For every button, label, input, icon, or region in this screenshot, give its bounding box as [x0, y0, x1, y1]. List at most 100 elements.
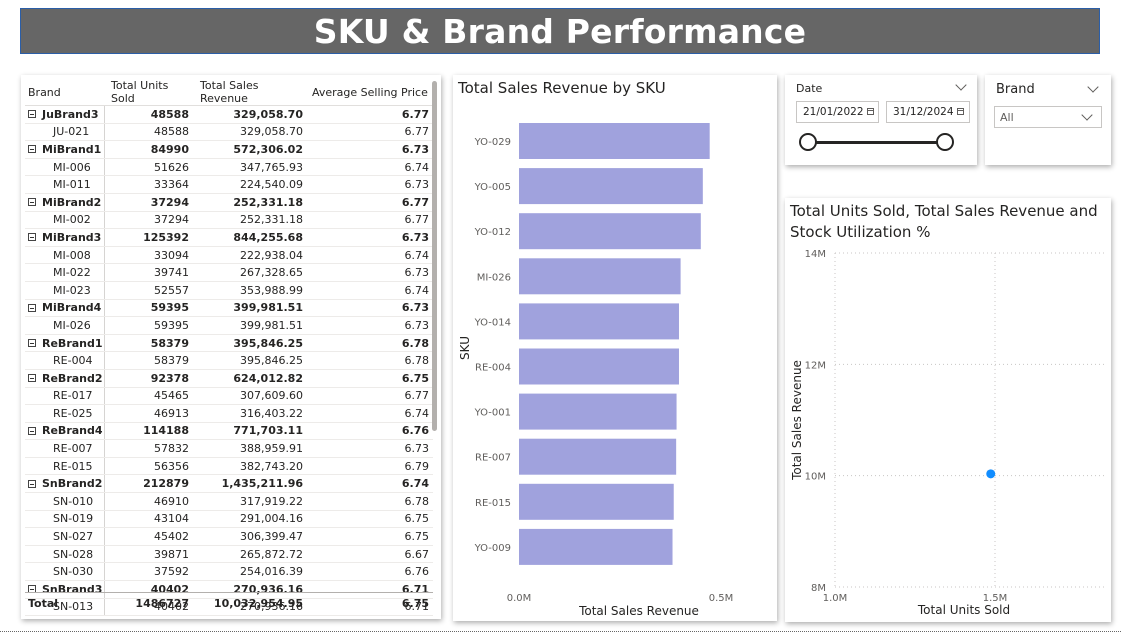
revenue-bar[interactable]	[519, 483, 674, 520]
brand-row[interactable]: MiBrand1 84990 572,306.02 6.73	[25, 141, 433, 159]
header-total-units-sold[interactable]: Total Units Sold	[105, 79, 195, 105]
units-cell: 92378	[150, 371, 189, 385]
asp-cell: 6.75	[404, 512, 430, 526]
brand-row[interactable]: JuBrand3 48588 329,058.70 6.77	[25, 106, 433, 124]
sku-row[interactable]: SN-019 43104 291,004.16 6.75	[25, 510, 433, 529]
sku-row[interactable]: RE-025 46913 316,403.22 6.74	[25, 405, 433, 423]
calendar-icon[interactable]	[957, 108, 964, 115]
brand-row[interactable]: SnBrand2 212879 1,435,211.96 6.74	[25, 475, 433, 494]
sku-row[interactable]: MI-023 52557 353,988.99 6.74	[25, 281, 433, 300]
collapse-icon[interactable]	[28, 479, 36, 488]
asp-cell: 6.73	[401, 142, 429, 156]
revenue-bar[interactable]	[519, 438, 677, 475]
revenue-bar[interactable]	[519, 213, 701, 250]
date-range-start-handle[interactable]	[799, 133, 817, 151]
revenue-bar[interactable]	[519, 258, 681, 295]
matrix-scrollbar[interactable]	[432, 81, 437, 431]
row-label: MI-006	[25, 158, 105, 176]
sku-row[interactable]: RE-015 56356 382,743.20 6.79	[25, 457, 433, 476]
units-cell: 33094	[154, 248, 189, 262]
collapse-icon[interactable]	[28, 145, 36, 154]
units-cell: 57832	[154, 442, 189, 456]
row-label: SN-030	[25, 563, 105, 581]
brand-row[interactable]: MiBrand2 37294 252,331.18 6.77	[25, 193, 433, 212]
date-start-field[interactable]: 21/01/2022	[796, 101, 879, 123]
row-label-text: SN-019	[53, 512, 94, 526]
header-average-selling-price[interactable]: Average Selling Price	[309, 86, 433, 99]
sku-row[interactable]: RE-017 45465 307,609.60 6.77	[25, 387, 433, 406]
scatter-point[interactable]	[986, 469, 996, 479]
sku-row[interactable]: SN-030 37592 254,016.39 6.76	[25, 563, 433, 582]
row-label: MI-022	[25, 264, 105, 281]
revenue-cell: 317,919.22	[240, 494, 303, 508]
row-label: SN-010	[25, 493, 105, 510]
brand-row[interactable]: MiBrand4 59395 399,981.51 6.73	[25, 299, 433, 318]
sku-row[interactable]: MI-002 37294 252,331.18 6.77	[25, 211, 433, 230]
header-brand[interactable]: Brand	[25, 79, 105, 105]
brand-row[interactable]: ReBrand2 92378 624,012.82 6.75	[25, 369, 433, 388]
collapse-icon[interactable]	[28, 233, 36, 242]
revenue-bar[interactable]	[519, 303, 679, 340]
sku-row[interactable]: MI-006 51626 347,765.93 6.74	[25, 158, 433, 177]
y-axis-title: Total Sales Revenue	[790, 360, 804, 481]
brand-row[interactable]: ReBrand4 114188 771,703.11 6.76	[25, 422, 433, 441]
row-label-text: JU-021	[53, 125, 90, 139]
revenue-bar[interactable]	[519, 393, 677, 430]
sku-row[interactable]: SN-027 45402 306,399.47 6.75	[25, 528, 433, 546]
units-cell: 39871	[154, 547, 189, 561]
sku-row[interactable]: JU-021 48588 329,058.70 6.77	[25, 123, 433, 142]
date-range-track[interactable]	[808, 141, 946, 144]
units-cell: 125392	[143, 230, 189, 244]
sku-row[interactable]: MI-008 33094 222,938.04 6.74	[25, 246, 433, 265]
sku-tick-label: RE-015	[475, 498, 511, 509]
sku-row[interactable]: SN-028 39871 265,872.72 6.67	[25, 545, 433, 564]
brand-row[interactable]: ReBrand1 58379 395,846.25 6.78	[25, 334, 433, 353]
header-total-sales-revenue[interactable]: Total Sales Revenue	[195, 79, 309, 105]
units-cell: 48588	[154, 125, 189, 139]
collapse-icon[interactable]	[28, 110, 36, 119]
sku-row[interactable]: MI-022 39741 267,328.65 6.73	[25, 264, 433, 282]
sku-row[interactable]: MI-026 59395 399,981.51 6.73	[25, 317, 433, 335]
collapse-icon[interactable]	[28, 303, 36, 312]
collapse-icon[interactable]	[28, 426, 36, 435]
chevron-down-icon[interactable]	[1087, 81, 1099, 93]
brand-dropdown[interactable]: All	[994, 106, 1102, 128]
revenue-bar[interactable]	[519, 528, 673, 565]
row-label-text: SN-027	[53, 530, 94, 544]
row-label: MiBrand3	[25, 229, 105, 246]
brand-matrix-visual[interactable]: Brand Total Units Sold Total Sales Reven…	[21, 75, 441, 619]
sku-row[interactable]: RE-004 58379 395,846.25 6.78	[25, 352, 433, 370]
collapse-icon[interactable]	[28, 198, 36, 207]
chevron-down-icon[interactable]	[955, 79, 967, 91]
row-label: RE-025	[25, 405, 105, 422]
revenue-bar[interactable]	[519, 123, 710, 159]
row-label-text: SN-030	[53, 565, 94, 579]
units-cell: 51626	[154, 160, 189, 174]
units-cell: 56356	[154, 459, 189, 473]
sku-row[interactable]: SN-010 46910 317,919.22 6.78	[25, 493, 433, 511]
revenue-cell: 306,399.47	[240, 530, 303, 544]
row-label-text: RE-007	[53, 442, 93, 456]
units-revenue-scatter-visual[interactable]: Total Units Sold, Total Sales Revenue an…	[785, 198, 1111, 622]
revenue-bar[interactable]	[519, 348, 679, 385]
collapse-icon[interactable]	[28, 374, 36, 383]
revenue-bar[interactable]	[519, 168, 703, 205]
brand-row[interactable]: MiBrand3 125392 844,255.68 6.73	[25, 229, 433, 247]
collapse-icon[interactable]	[28, 339, 36, 348]
row-label-text: RE-025	[53, 406, 93, 420]
date-range-end-handle[interactable]	[936, 133, 954, 151]
units-cell: 59395	[150, 301, 189, 315]
date-end-field[interactable]: 31/12/2024	[886, 101, 970, 123]
revenue-cell: 771,703.11	[233, 424, 303, 438]
asp-cell: 6.77	[401, 107, 429, 121]
y-axis-title: SKU	[458, 336, 472, 360]
calendar-icon[interactable]	[867, 108, 874, 115]
date-end-value: 31/12/2024	[893, 106, 954, 118]
sku-row[interactable]: RE-007 57832 388,959.91 6.73	[25, 440, 433, 458]
row-label-text: SN-010	[53, 494, 94, 508]
sku-tick-label: MI-026	[477, 272, 511, 283]
sku-tick-label: YO-012	[474, 227, 511, 238]
sku-row[interactable]: MI-011 33364 224,540.09 6.73	[25, 176, 433, 194]
revenue-by-sku-visual[interactable]: Total Sales Revenue by SKU YO-029 YO-005 Y…	[453, 75, 777, 621]
revenue-cell: 316,403.22	[240, 406, 303, 420]
